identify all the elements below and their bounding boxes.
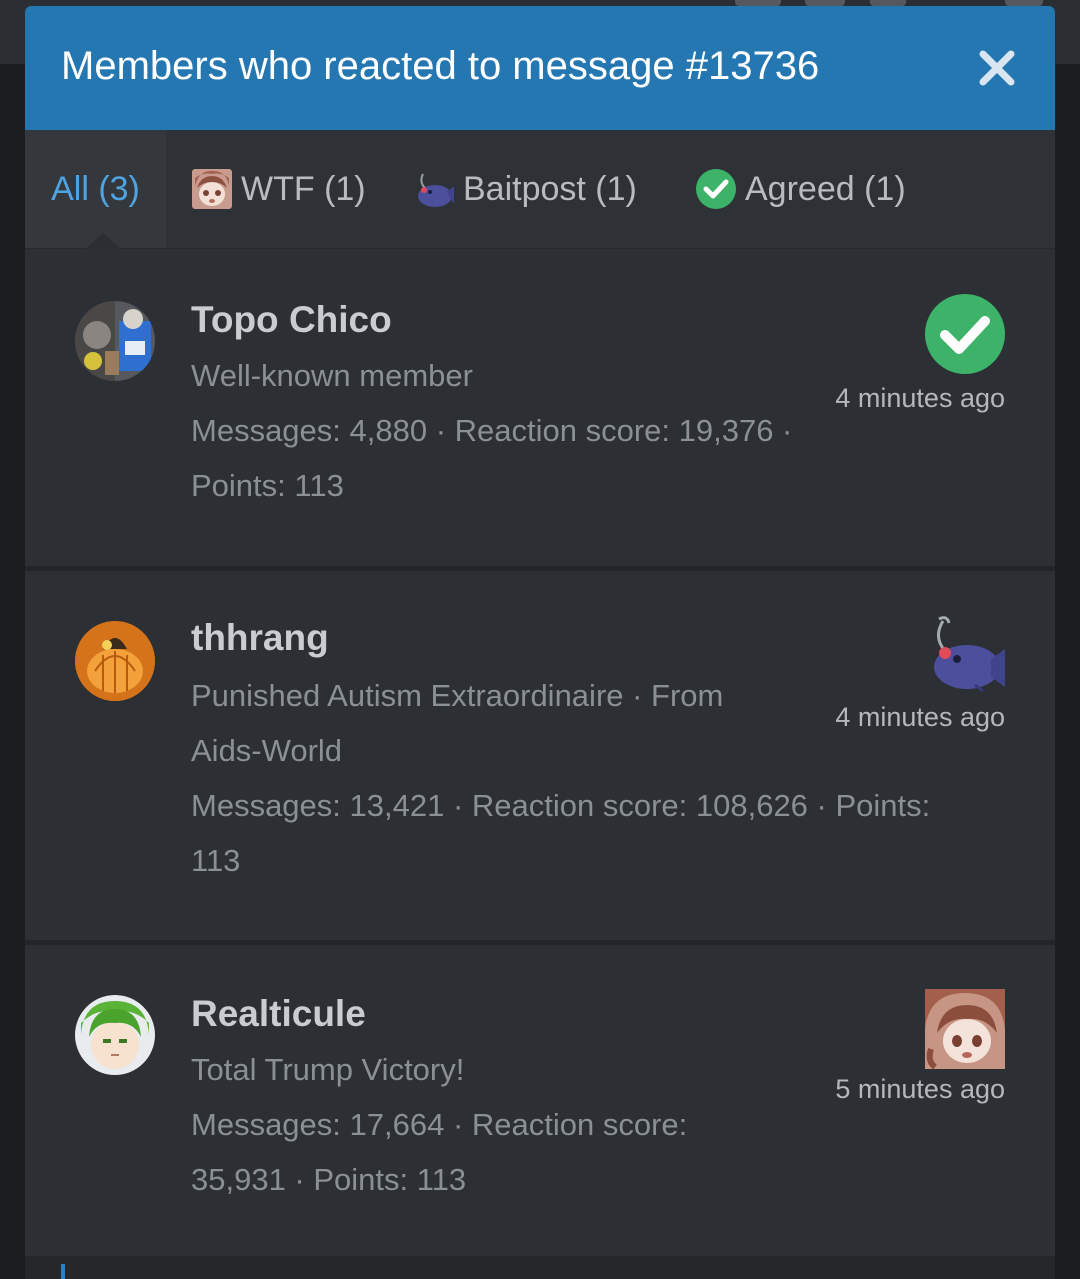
member-name[interactable]: thhrang (191, 614, 329, 662)
member-name[interactable]: Realticule (191, 990, 366, 1038)
reaction-time: 5 minutes ago (835, 1074, 1005, 1104)
wtf-anime-girl-icon (192, 169, 232, 209)
reaction-tabs: All (3) WTF (1) Baitpost (1) Agreed (1) (25, 130, 1055, 249)
tab-wtf[interactable]: WTF (1) (191, 130, 366, 248)
dialog-header: Members who reacted to message #13736 (25, 6, 1055, 130)
reactions-dialog: Members who reacted to message #13736 Al… (25, 6, 1055, 1279)
member-stats-line: 113 (191, 843, 241, 878)
tab-label: Baitpost (1) (463, 169, 637, 208)
member-details: Total Trump Victory! Messages: 17,664 · … (191, 1042, 751, 1207)
scroll-indicator (61, 1264, 65, 1279)
active-tab-pointer (85, 233, 121, 249)
avatar[interactable] (75, 621, 155, 701)
member-stats-line: Messages: 4,880 · Reaction score: 19,376… (191, 413, 793, 448)
dialog-footer (25, 1256, 1055, 1279)
list-item: Topo Chico Well-known member Messages: 4… (25, 249, 1055, 566)
agreed-checkmark-icon (925, 294, 1005, 374)
member-stats-line: Messages: 13,421 · Reaction score: 108,6… (191, 788, 931, 823)
avatar-image (75, 995, 155, 1075)
member-details: Well-known member Messages: 4,880 · Reac… (191, 348, 821, 513)
member-stats-line: 35,931 · Points: 113 (191, 1162, 467, 1197)
tab-agreed[interactable]: Agreed (1) (695, 130, 906, 248)
avatar[interactable] (75, 301, 155, 381)
wtf-anime-girl-icon (925, 989, 1005, 1069)
member-stats-line: Messages: 17,664 · Reaction score: (191, 1107, 688, 1142)
avatar-image (75, 301, 155, 381)
baitpost-fish-icon (418, 173, 454, 207)
list-item: Realticule Total Trump Victory! Messages… (25, 945, 1055, 1256)
tab-label: All (3) (51, 169, 140, 208)
close-icon (979, 50, 1015, 86)
avatar-image (75, 621, 155, 701)
baitpost-fish-icon (934, 616, 1005, 693)
dialog-title: Members who reacted to message #13736 (61, 44, 820, 88)
avatar[interactable] (75, 995, 155, 1075)
list-item: thhrang Punished Autism Extraordinaire ·… (25, 571, 1055, 940)
reaction-time: 4 minutes ago (835, 383, 1005, 413)
member-stats-line: Points: 113 (191, 468, 344, 503)
close-button[interactable] (975, 46, 1019, 90)
tab-label: Agreed (1) (745, 169, 906, 208)
member-title: Total Trump Victory! (191, 1052, 465, 1087)
member-title: Well-known member (191, 358, 473, 393)
agreed-checkmark-icon (696, 169, 736, 209)
tab-baitpost[interactable]: Baitpost (1) (413, 130, 637, 248)
reaction-time: 4 minutes ago (835, 702, 1005, 732)
tab-all[interactable]: All (3) (25, 130, 166, 249)
member-name[interactable]: Topo Chico (191, 296, 392, 344)
tab-label: WTF (1) (241, 169, 366, 208)
